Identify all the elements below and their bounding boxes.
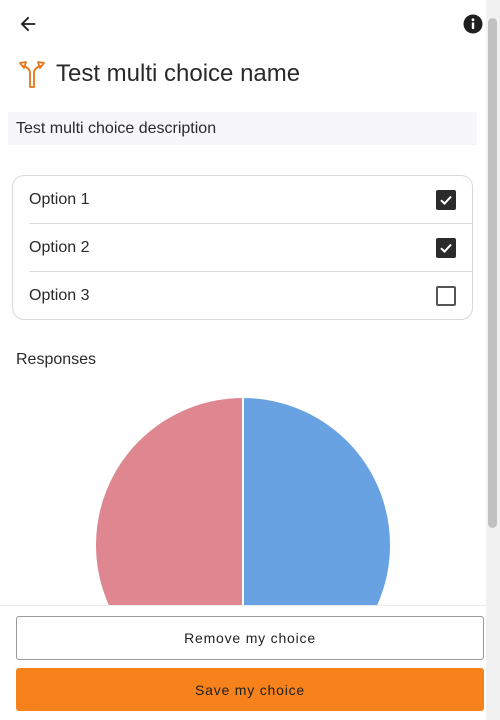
app-window: Test multi choice name Test multi choice… [0, 0, 500, 720]
pie-chart [94, 395, 392, 695]
option-row-1[interactable]: Option 1 [13, 176, 472, 224]
option-row-2[interactable]: Option 2 [13, 224, 472, 272]
option-label: Option 1 [29, 191, 90, 208]
option-label: Option 2 [29, 239, 90, 256]
scrollbar-thumb[interactable] [488, 18, 497, 528]
option-checkbox-2[interactable] [436, 238, 456, 258]
signpost-split-icon [18, 58, 46, 90]
checkmark-icon [440, 195, 452, 206]
arrow-left-icon [20, 16, 36, 32]
responses-heading: Responses [16, 351, 97, 368]
options-list: Option 1 Option 2 Option 3 [12, 175, 473, 320]
info-circle-icon [463, 14, 483, 34]
save-choice-button[interactable]: Save my choice [16, 668, 484, 711]
option-row-3[interactable]: Option 3 [13, 272, 472, 319]
pie-slice-1 [242, 395, 392, 695]
scrollbar[interactable] [486, 0, 500, 720]
action-bar: Remove my choice Save my choice [0, 605, 500, 720]
option-checkbox-1[interactable] [436, 190, 456, 210]
back-button[interactable] [14, 10, 42, 38]
remove-choice-button[interactable]: Remove my choice [16, 616, 484, 660]
poll-description: Test multi choice description [8, 112, 477, 145]
page-title: Test multi choice name [56, 60, 301, 87]
title-row: Test multi choice name [18, 58, 300, 90]
option-checkbox-3[interactable] [436, 286, 456, 306]
checkmark-icon [440, 243, 452, 254]
option-label: Option 3 [29, 287, 90, 304]
pie-slice-2 [94, 395, 244, 695]
info-button[interactable] [463, 14, 483, 34]
responses-chart [0, 380, 486, 695]
